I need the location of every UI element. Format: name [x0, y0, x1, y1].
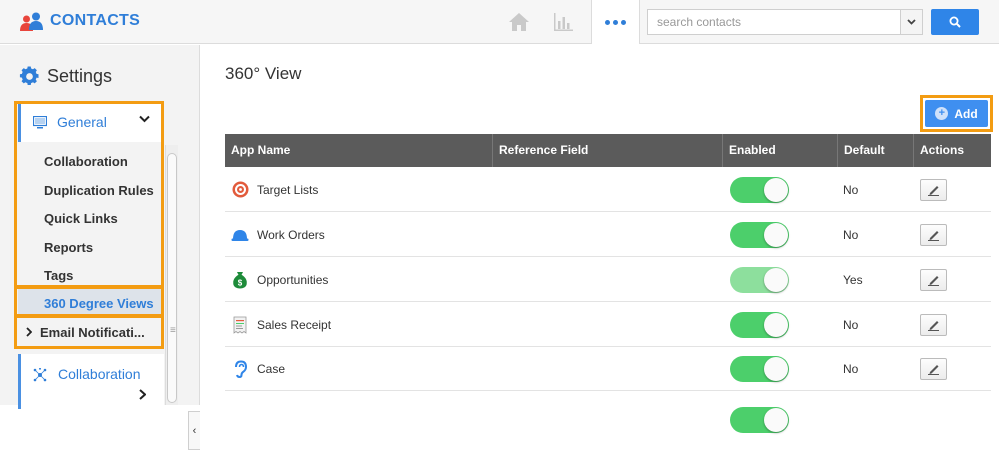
column-enabled[interactable]: Enabled [723, 134, 838, 167]
default-value: No [843, 182, 859, 197]
drag-grip-icon[interactable]: ≡ [170, 325, 176, 336]
more-dots-icon[interactable] [591, 0, 640, 44]
table-header: App Name Reference Field Enabled Default… [225, 134, 991, 167]
app-name: Case [257, 361, 286, 376]
table-row: Sales Receipt No [225, 302, 991, 347]
svg-text:$: $ [238, 278, 243, 287]
edit-button[interactable] [920, 357, 947, 380]
app-name: Work Orders [257, 227, 325, 242]
enabled-toggle[interactable] [730, 355, 789, 382]
default-value: No [843, 361, 859, 376]
sidebar-group-collaboration[interactable]: Collaboration [18, 354, 164, 409]
add-button-label: Add [954, 106, 978, 121]
pencil-icon [928, 185, 939, 196]
enabled-toggle[interactable] [730, 221, 789, 248]
sidebar: Settings General Collaboration Duplicati… [0, 45, 200, 450]
pencil-icon [928, 364, 939, 375]
edit-button[interactable] [920, 268, 947, 291]
search-box [647, 9, 923, 35]
sidebar-item-360-degree-views[interactable]: 360 Degree Views [18, 289, 164, 317]
home-icon[interactable] [497, 0, 541, 44]
sidebar-group-general-label: General [57, 114, 107, 130]
enabled-toggle[interactable] [730, 406, 789, 433]
target-icon [231, 181, 249, 199]
sidebar-item-duplication-rules[interactable]: Duplication Rules [18, 176, 164, 204]
enabled-toggle[interactable] [730, 176, 789, 203]
column-app-name[interactable]: App Name [225, 134, 493, 167]
add-button[interactable]: + Add [925, 100, 988, 127]
column-reference-field[interactable]: Reference Field [493, 134, 723, 167]
email-notifications-label: Email Notificati... [40, 324, 145, 340]
page-title: 360° View [225, 64, 302, 83]
chevron-down-icon[interactable] [139, 115, 150, 123]
settings-header: Settings [18, 65, 112, 88]
ear-icon [231, 359, 249, 378]
pencil-icon [928, 230, 939, 241]
sidebar-item-tags[interactable]: Tags [18, 261, 164, 289]
settings-panel: General Collaboration Duplication Rules … [18, 102, 164, 409]
sidebar-item-collaboration[interactable]: Collaboration [18, 147, 164, 175]
search-dropdown-toggle[interactable] [900, 10, 922, 34]
table-row: Target Lists No [225, 167, 991, 212]
default-value: Yes [843, 272, 863, 287]
enabled-toggle[interactable] [730, 311, 789, 338]
monitor-icon [33, 115, 47, 128]
column-default[interactable]: Default [838, 134, 914, 167]
pencil-icon [928, 275, 939, 286]
default-value: No [843, 227, 859, 242]
gear-icon [19, 66, 39, 86]
sidebar-group-general[interactable]: General [18, 102, 164, 142]
edit-button[interactable] [920, 223, 947, 246]
default-value: No [843, 317, 859, 332]
edit-button[interactable] [920, 178, 947, 201]
sidebar-collapse-button[interactable]: ‹ [188, 411, 200, 450]
sidebar-group-collaboration-label: Collaboration [58, 366, 141, 382]
chevron-right-icon[interactable] [139, 389, 146, 400]
chevron-down-icon [907, 19, 916, 25]
top-bar: CONTACTS [0, 0, 999, 44]
stats-icon[interactable] [541, 0, 585, 44]
helmet-icon [231, 226, 249, 244]
sidebar-item-quick-links[interactable]: Quick Links [18, 204, 164, 232]
table-row: Case No [225, 346, 991, 391]
network-icon [33, 368, 47, 382]
money-bag-icon: $ [231, 271, 249, 289]
receipt-icon [231, 316, 249, 334]
settings-title: Settings [47, 66, 113, 86]
sidebar-item-email-notifications[interactable]: Email Notificati... [18, 318, 164, 346]
search-input[interactable] [648, 10, 900, 34]
search-button[interactable] [931, 9, 979, 35]
edit-button[interactable] [920, 313, 947, 336]
table-row: $ Opportunities Yes [225, 257, 991, 302]
enabled-toggle[interactable] [730, 266, 789, 293]
brand[interactable]: CONTACTS [20, 10, 140, 32]
brand-title: CONTACTS [50, 12, 141, 29]
app-name: Sales Receipt [257, 317, 332, 332]
sidebar-scrollbar-thumb[interactable] [167, 153, 177, 403]
table-row: Work Orders No [225, 212, 991, 257]
table-row [225, 391, 991, 436]
contacts-people-icon [20, 10, 44, 32]
sidebar-item-reports[interactable]: Reports [18, 233, 164, 261]
column-actions[interactable]: Actions [914, 134, 991, 167]
search-icon [949, 16, 961, 28]
app-name: Target Lists [257, 182, 319, 197]
app-name: Opportunities [257, 272, 329, 287]
pencil-icon [928, 320, 939, 331]
chevron-right-icon [26, 327, 32, 337]
plus-icon: + [935, 107, 949, 120]
